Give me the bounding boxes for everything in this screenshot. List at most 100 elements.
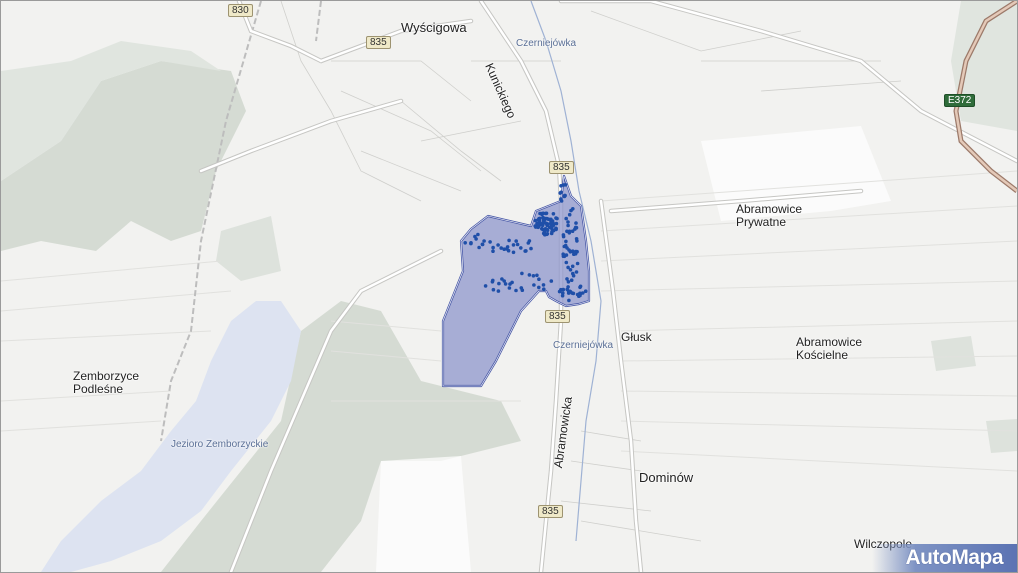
water-label-jezioro: Jezioro Zemborzyckie: [171, 439, 269, 450]
address-point: [537, 277, 541, 282]
address-point: [490, 280, 495, 284]
address-point: [570, 229, 575, 233]
address-point: [564, 216, 568, 221]
address-point: [482, 239, 486, 243]
address-point: [511, 243, 516, 247]
address-point: [542, 287, 546, 292]
address-point: [507, 238, 511, 243]
address-point: [550, 224, 555, 228]
address-point: [520, 271, 524, 276]
address-point: [541, 211, 546, 216]
address-point: [565, 229, 569, 234]
address-point: [541, 283, 546, 287]
map-view[interactable]: Wyścigowa Abramowice Prywatne Głusk Abram…: [0, 0, 1018, 573]
address-point: [496, 243, 500, 247]
address-point: [488, 240, 492, 244]
address-point: [574, 221, 578, 225]
address-point: [533, 218, 538, 223]
address-point: [537, 216, 541, 221]
address-point: [497, 281, 501, 286]
address-point: [566, 265, 570, 270]
address-point: [568, 250, 573, 254]
automapa-logo: AutoMapa: [872, 544, 1017, 572]
address-point: [572, 252, 576, 256]
address-point: [559, 190, 563, 195]
address-point: [496, 289, 501, 293]
place-label-abramowice-prywatne: Abramowice Prywatne: [736, 203, 802, 229]
place-label-abramowice-prywatne-2: Prywatne: [736, 215, 787, 229]
address-point: [531, 274, 536, 278]
address-point: [575, 292, 580, 297]
address-point: [502, 279, 507, 283]
forest-southeast: [931, 336, 976, 371]
address-point: [491, 245, 495, 250]
road-shield-835-north: 835: [366, 36, 391, 49]
address-point: [491, 249, 495, 253]
place-label-abramowice-koscielne-1: Abramowice: [796, 335, 863, 349]
address-point: [569, 278, 574, 283]
address-point: [564, 239, 568, 244]
address-point: [541, 218, 546, 223]
address-point: [504, 247, 509, 251]
address-point: [544, 221, 548, 226]
forest-southeast-2: [986, 419, 1017, 453]
address-point: [583, 289, 588, 294]
address-point: [566, 285, 570, 289]
address-point: [514, 288, 518, 293]
address-point: [523, 249, 527, 253]
address-point: [540, 223, 545, 228]
address-point: [514, 239, 518, 243]
address-point: [551, 212, 556, 216]
address-point: [554, 216, 558, 220]
place-label-wyscigowa: Wyścigowa: [401, 20, 467, 35]
place-label-zemborzyce-podlesne: Zemborzyce Podleśne: [73, 370, 139, 396]
address-point: [559, 197, 563, 201]
address-point: [566, 289, 571, 294]
address-point: [545, 232, 550, 236]
address-point: [549, 279, 554, 283]
address-point: [476, 232, 480, 237]
address-point: [561, 233, 566, 237]
address-point: [532, 283, 536, 287]
road-shield-830: 830: [228, 4, 253, 17]
road-shield-e372: E372: [944, 94, 976, 107]
address-point: [563, 193, 567, 198]
address-point: [473, 234, 477, 239]
water-label-czerniejowka-north: Czerniejówka: [516, 38, 577, 49]
address-point: [533, 224, 537, 228]
map-canvas[interactable]: [1, 1, 1017, 572]
address-point: [567, 298, 571, 303]
place-label-abramowice-koscielne-2: Kościelne: [796, 348, 849, 362]
address-point: [574, 237, 579, 241]
address-point: [510, 280, 514, 285]
address-point: [565, 246, 569, 250]
address-point: [537, 285, 541, 290]
address-point: [463, 241, 468, 245]
address-point: [566, 280, 571, 284]
address-point: [571, 273, 576, 278]
address-point: [561, 291, 565, 295]
road-shield-835-poly: 835: [545, 310, 570, 323]
address-point: [519, 246, 523, 250]
address-point: [573, 225, 578, 230]
place-label-zemborzyce-1: Zemborzyce: [73, 369, 140, 383]
address-point: [536, 222, 541, 226]
address-point: [557, 289, 562, 294]
address-point: [545, 216, 549, 221]
address-point: [575, 261, 580, 266]
road-shield-835-south: 835: [538, 505, 563, 518]
address-point: [538, 211, 542, 216]
address-point: [483, 284, 488, 288]
address-point: [480, 242, 485, 247]
place-label-zemborzyce-2: Podleśne: [73, 382, 124, 396]
address-point: [551, 228, 556, 233]
place-label-abramowice-koscielne: Abramowice Kościelne: [796, 336, 862, 362]
address-point: [566, 220, 570, 224]
address-point: [527, 273, 532, 277]
address-point: [561, 252, 565, 256]
address-point: [535, 273, 539, 278]
address-point: [559, 184, 563, 188]
address-point: [511, 250, 516, 255]
address-point: [469, 241, 473, 246]
address-point: [566, 223, 570, 228]
